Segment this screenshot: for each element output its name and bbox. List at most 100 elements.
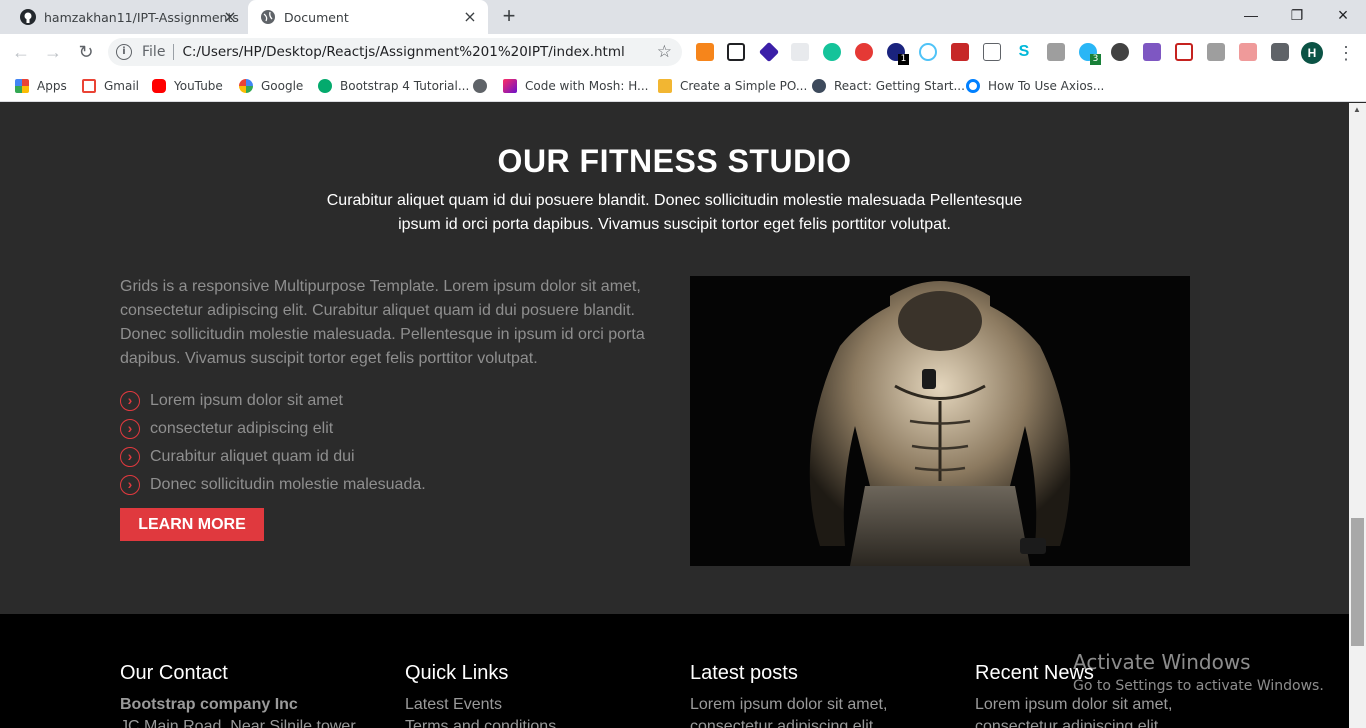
bookmark-label: Bootstrap 4 Tutorial... <box>340 79 470 93</box>
new-tab-button[interactable]: + <box>498 5 520 28</box>
bookmark-star-icon[interactable]: ☆ <box>657 42 672 62</box>
bookmark-label: Apps <box>37 79 67 93</box>
maximize-button[interactable]: ❐ <box>1274 0 1320 30</box>
rocket-extension-icon[interactable] <box>1239 43 1257 61</box>
info-icon[interactable]: i <box>116 44 132 60</box>
chevron-right-icon: › <box>120 447 140 467</box>
reload-icon[interactable]: ↻ <box>74 40 98 64</box>
list-item: › consectetur adipiscing elit <box>120 415 426 443</box>
post-text: consectetur adipiscing elit <box>690 718 874 728</box>
bookmark-gmail[interactable]: Gmail <box>82 77 139 95</box>
google-icon <box>239 79 253 93</box>
feature-text: Curabitur aliquet quam id dui <box>150 448 355 465</box>
bookmark-label: React: Getting Start... <box>834 79 965 93</box>
bookmark-mosh[interactable]: Code with Mosh: H... <box>503 77 648 95</box>
intro-paragraph: Grids is a responsive Multipurpose Templ… <box>120 278 645 367</box>
extension-dark-icon[interactable] <box>1111 43 1129 61</box>
pdf-extension-icon[interactable] <box>951 43 969 61</box>
github-icon <box>20 9 36 25</box>
extension-s-purple-icon[interactable] <box>1143 43 1161 61</box>
footer-quick-links: Quick Links Latest Events Terms and cond… <box>405 662 675 728</box>
gmail-icon <box>82 79 96 93</box>
close-tab-icon[interactable]: × <box>222 9 238 25</box>
mail-extension-icon[interactable] <box>983 43 1001 61</box>
footer-link[interactable]: Latest Events <box>405 694 675 716</box>
apps-grid-icon <box>15 79 29 93</box>
screenshot-extension-icon[interactable] <box>727 43 745 61</box>
footer-heading: Latest posts <box>690 662 798 684</box>
globe-icon <box>261 10 275 24</box>
footer-heading: Recent News <box>975 662 1094 684</box>
footer-recent-news: Recent News Lorem ipsum dolor sit amet, … <box>975 662 1245 728</box>
pokeball-extension-icon[interactable] <box>855 43 873 61</box>
fitness-photo <box>690 276 1190 566</box>
footer-latest-posts: Latest posts Lorem ipsum dolor sit amet,… <box>690 662 960 728</box>
athlete-torso-image <box>690 276 1190 566</box>
bookmark-globe[interactable] <box>473 77 495 95</box>
bookmark-youtube[interactable]: YouTube <box>152 77 223 95</box>
mosh-icon <box>503 79 517 93</box>
extension-grey-icon[interactable] <box>791 43 809 61</box>
scrollbar-thumb[interactable] <box>1351 518 1364 646</box>
section-title: OUR FITNESS STUDIO <box>497 143 852 179</box>
page-viewport: OUR FITNESS STUDIO Curabitur aliquet qua… <box>0 103 1349 728</box>
address-url: C:/Users/HP/Desktop/Reactjs/Assignment%2… <box>182 44 625 60</box>
bookmark-bootstrap[interactable]: Bootstrap 4 Tutorial... <box>318 77 469 95</box>
page-scrollbar[interactable]: ▲ <box>1349 103 1366 728</box>
section-subtitle: Curabitur aliquet quam id dui posuere bl… <box>326 192 1023 233</box>
gmail-extension-icon[interactable] <box>1175 43 1193 61</box>
chevron-right-icon: › <box>120 391 140 411</box>
feature-text: Lorem ipsum dolor sit amet <box>150 392 343 409</box>
address-bar[interactable]: i File C:/Users/HP/Desktop/Reactjs/Assig… <box>108 38 682 66</box>
bookmark-codesnippet[interactable]: Create a Simple PO... <box>658 77 807 95</box>
scroll-up-arrow-icon[interactable]: ▲ <box>1353 105 1361 114</box>
feature-list: › Lorem ipsum dolor sit amet › consectetur… <box>120 387 426 499</box>
footer-link[interactable]: Terms and conditions <box>405 716 675 728</box>
list-item: › Curabitur aliquet quam id dui <box>120 443 426 471</box>
extension-badge: 1 <box>898 54 909 65</box>
close-window-button[interactable]: × <box>1320 0 1366 30</box>
bookmark-label: How To Use Axios... <box>988 79 1105 93</box>
forward-arrow-icon[interactable]: → <box>41 40 65 64</box>
extension-purple-icon[interactable] <box>758 41 780 63</box>
bootstrap-tutorial-icon <box>318 79 332 93</box>
codesnippet-icon <box>658 79 672 93</box>
puzzle-grey-icon[interactable] <box>1047 43 1065 61</box>
list-item: › Lorem ipsum dolor sit amet <box>120 387 426 415</box>
download-extension-icon[interactable] <box>1207 43 1225 61</box>
browser-toolbar: ← → ↻ i File C:/Users/HP/Desktop/Reactjs… <box>0 34 1366 70</box>
learn-more-button[interactable]: LEARN MORE <box>120 508 264 541</box>
address-scheme: File <box>142 44 166 60</box>
tab-strip: hamzakhan11/IPT-Assignments × Document ×… <box>0 0 1366 34</box>
bookmark-datacamp[interactable]: React: Getting Start... <box>812 77 965 95</box>
bookmark-digitalocean[interactable]: How To Use Axios... <box>966 77 1104 95</box>
react-devtools-icon[interactable] <box>919 43 937 61</box>
extension-badge: 3 <box>1090 54 1101 65</box>
bookmark-google[interactable]: Google <box>239 77 303 95</box>
tab-github[interactable]: hamzakhan11/IPT-Assignments × <box>12 0 248 34</box>
s-extension-icon[interactable]: S <box>1015 43 1033 61</box>
metamask-extension-icon[interactable] <box>696 43 714 61</box>
news-text: Lorem ipsum dolor sit amet, <box>975 696 1173 713</box>
menu-icon[interactable]: ⋮ <box>1337 42 1355 64</box>
post-text: Lorem ipsum dolor sit amet, <box>690 696 888 713</box>
globe-icon <box>473 79 487 93</box>
extensions-puzzle-icon[interactable] <box>1271 43 1289 61</box>
close-tab-icon[interactable]: × <box>462 9 478 25</box>
minimize-button[interactable]: — <box>1228 0 1274 30</box>
fitness-studio-section: OUR FITNESS STUDIO Curabitur aliquet qua… <box>0 103 1349 614</box>
footer-contact: Our Contact Bootstrap company Inc JC Mai… <box>120 662 390 728</box>
grammarly-extension-icon[interactable] <box>823 43 841 61</box>
profile-avatar[interactable]: H <box>1301 42 1323 64</box>
bookmarks-bar: Apps Gmail YouTube Google Bootstrap 4 Tu… <box>0 70 1366 102</box>
chevron-right-icon: › <box>120 475 140 495</box>
tab-title: Document <box>284 9 349 25</box>
site-footer: Our Contact Bootstrap company Inc JC Mai… <box>0 614 1349 728</box>
company-name: Bootstrap company Inc <box>120 696 298 713</box>
tab-document[interactable]: Document × <box>248 0 488 34</box>
back-arrow-icon[interactable]: ← <box>9 40 33 64</box>
bookmark-apps[interactable]: Apps <box>15 77 67 95</box>
bookmark-label: YouTube <box>174 79 223 93</box>
tab-title: hamzakhan11/IPT-Assignments <box>44 9 239 25</box>
bookmark-label: Code with Mosh: H... <box>525 79 649 93</box>
